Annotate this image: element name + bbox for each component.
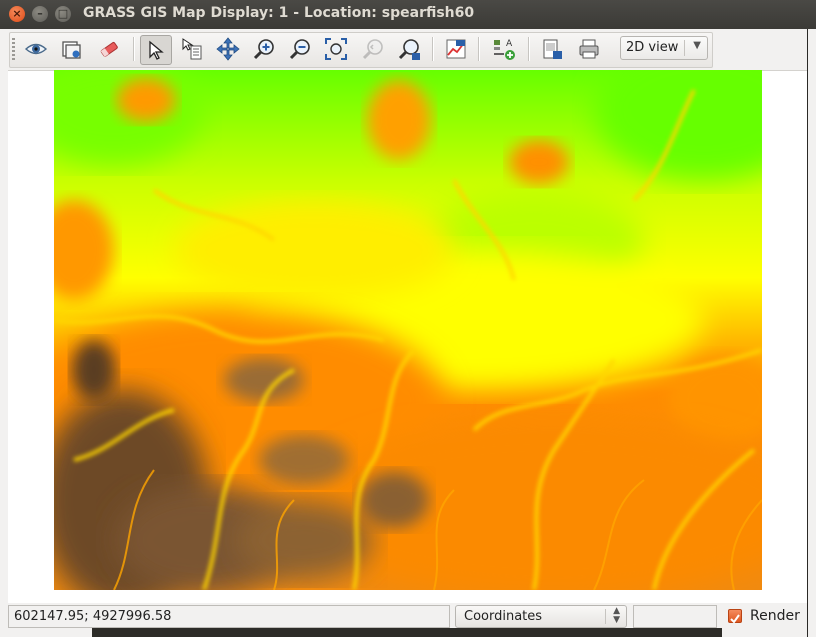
statusbar-mode-value: Coordinates — [464, 609, 543, 624]
checkmark-icon — [730, 614, 740, 624]
save-image-icon — [543, 39, 562, 59]
updown-arrows-icon: ▲ ▼ — [613, 606, 620, 625]
background-terminal-strip — [92, 628, 722, 637]
view-mode-select[interactable]: 2D view ▼ — [620, 36, 708, 60]
display-map-icon — [24, 43, 48, 55]
window-edge — [808, 29, 816, 637]
erase-button[interactable] — [95, 35, 123, 63]
toolbar-grip[interactable] — [12, 38, 15, 62]
analyze-icon — [446, 39, 466, 59]
zoom-back-icon — [362, 39, 383, 60]
pan-icon — [216, 37, 240, 61]
close-button[interactable]: × — [9, 6, 25, 22]
pointer-button[interactable] — [140, 35, 172, 65]
select-divider — [605, 609, 606, 624]
svg-text:A: A — [506, 39, 513, 49]
toolbar-separator — [478, 37, 480, 61]
print-icon — [579, 39, 599, 59]
query-icon — [182, 38, 202, 60]
zoom-out-icon — [289, 39, 310, 60]
coordinates-value: 602147.95; 4927996.58 — [14, 609, 172, 624]
analyze-button[interactable] — [442, 35, 470, 63]
render-map-button[interactable] — [57, 35, 85, 63]
map-canvas[interactable] — [54, 70, 762, 590]
zoom-back-button[interactable] — [359, 35, 387, 63]
toolbar-separator — [528, 37, 530, 61]
pointer-icon — [149, 40, 164, 60]
overlay-icon: A — [494, 39, 515, 60]
view-mode-value: 2D view — [626, 40, 679, 55]
zoom-in-icon — [253, 39, 274, 60]
zoom-extent-icon — [325, 38, 347, 60]
coordinates-field[interactable]: 602147.95; 4927996.58 — [8, 605, 450, 628]
chevron-down-icon: ▼ — [693, 40, 701, 51]
maximize-button[interactable]: □ — [55, 6, 71, 22]
erase-icon — [100, 42, 118, 57]
minimize-button[interactable]: – — [32, 6, 48, 22]
render-label[interactable]: Render — [750, 608, 800, 624]
query-button[interactable] — [178, 35, 206, 63]
zoom-in-button[interactable] — [250, 35, 278, 63]
statusbar-progress-field — [633, 605, 717, 628]
overlay-button[interactable]: A — [490, 35, 518, 63]
elevation-raster — [54, 70, 762, 590]
zoom-extent-button[interactable] — [322, 35, 350, 63]
save-image-button[interactable] — [538, 35, 566, 63]
title-bar: × – □ GRASS GIS Map Display: 1 - Locatio… — [0, 0, 816, 29]
combo-divider — [684, 40, 685, 56]
zoom-menu-icon — [398, 39, 420, 60]
pan-button[interactable] — [214, 35, 242, 63]
window-title: GRASS GIS Map Display: 1 - Location: spe… — [83, 5, 475, 21]
render-checkbox[interactable] — [728, 609, 742, 624]
zoom-out-button[interactable] — [286, 35, 314, 63]
toolbar-separator — [133, 37, 135, 61]
print-button[interactable] — [575, 35, 603, 63]
toolbar-separator — [432, 37, 434, 61]
display-map-button[interactable] — [22, 35, 50, 63]
statusbar-mode-select[interactable]: Coordinates ▲ ▼ — [455, 605, 627, 628]
zoom-menu-button[interactable] — [395, 35, 423, 63]
render-map-icon — [62, 41, 81, 59]
